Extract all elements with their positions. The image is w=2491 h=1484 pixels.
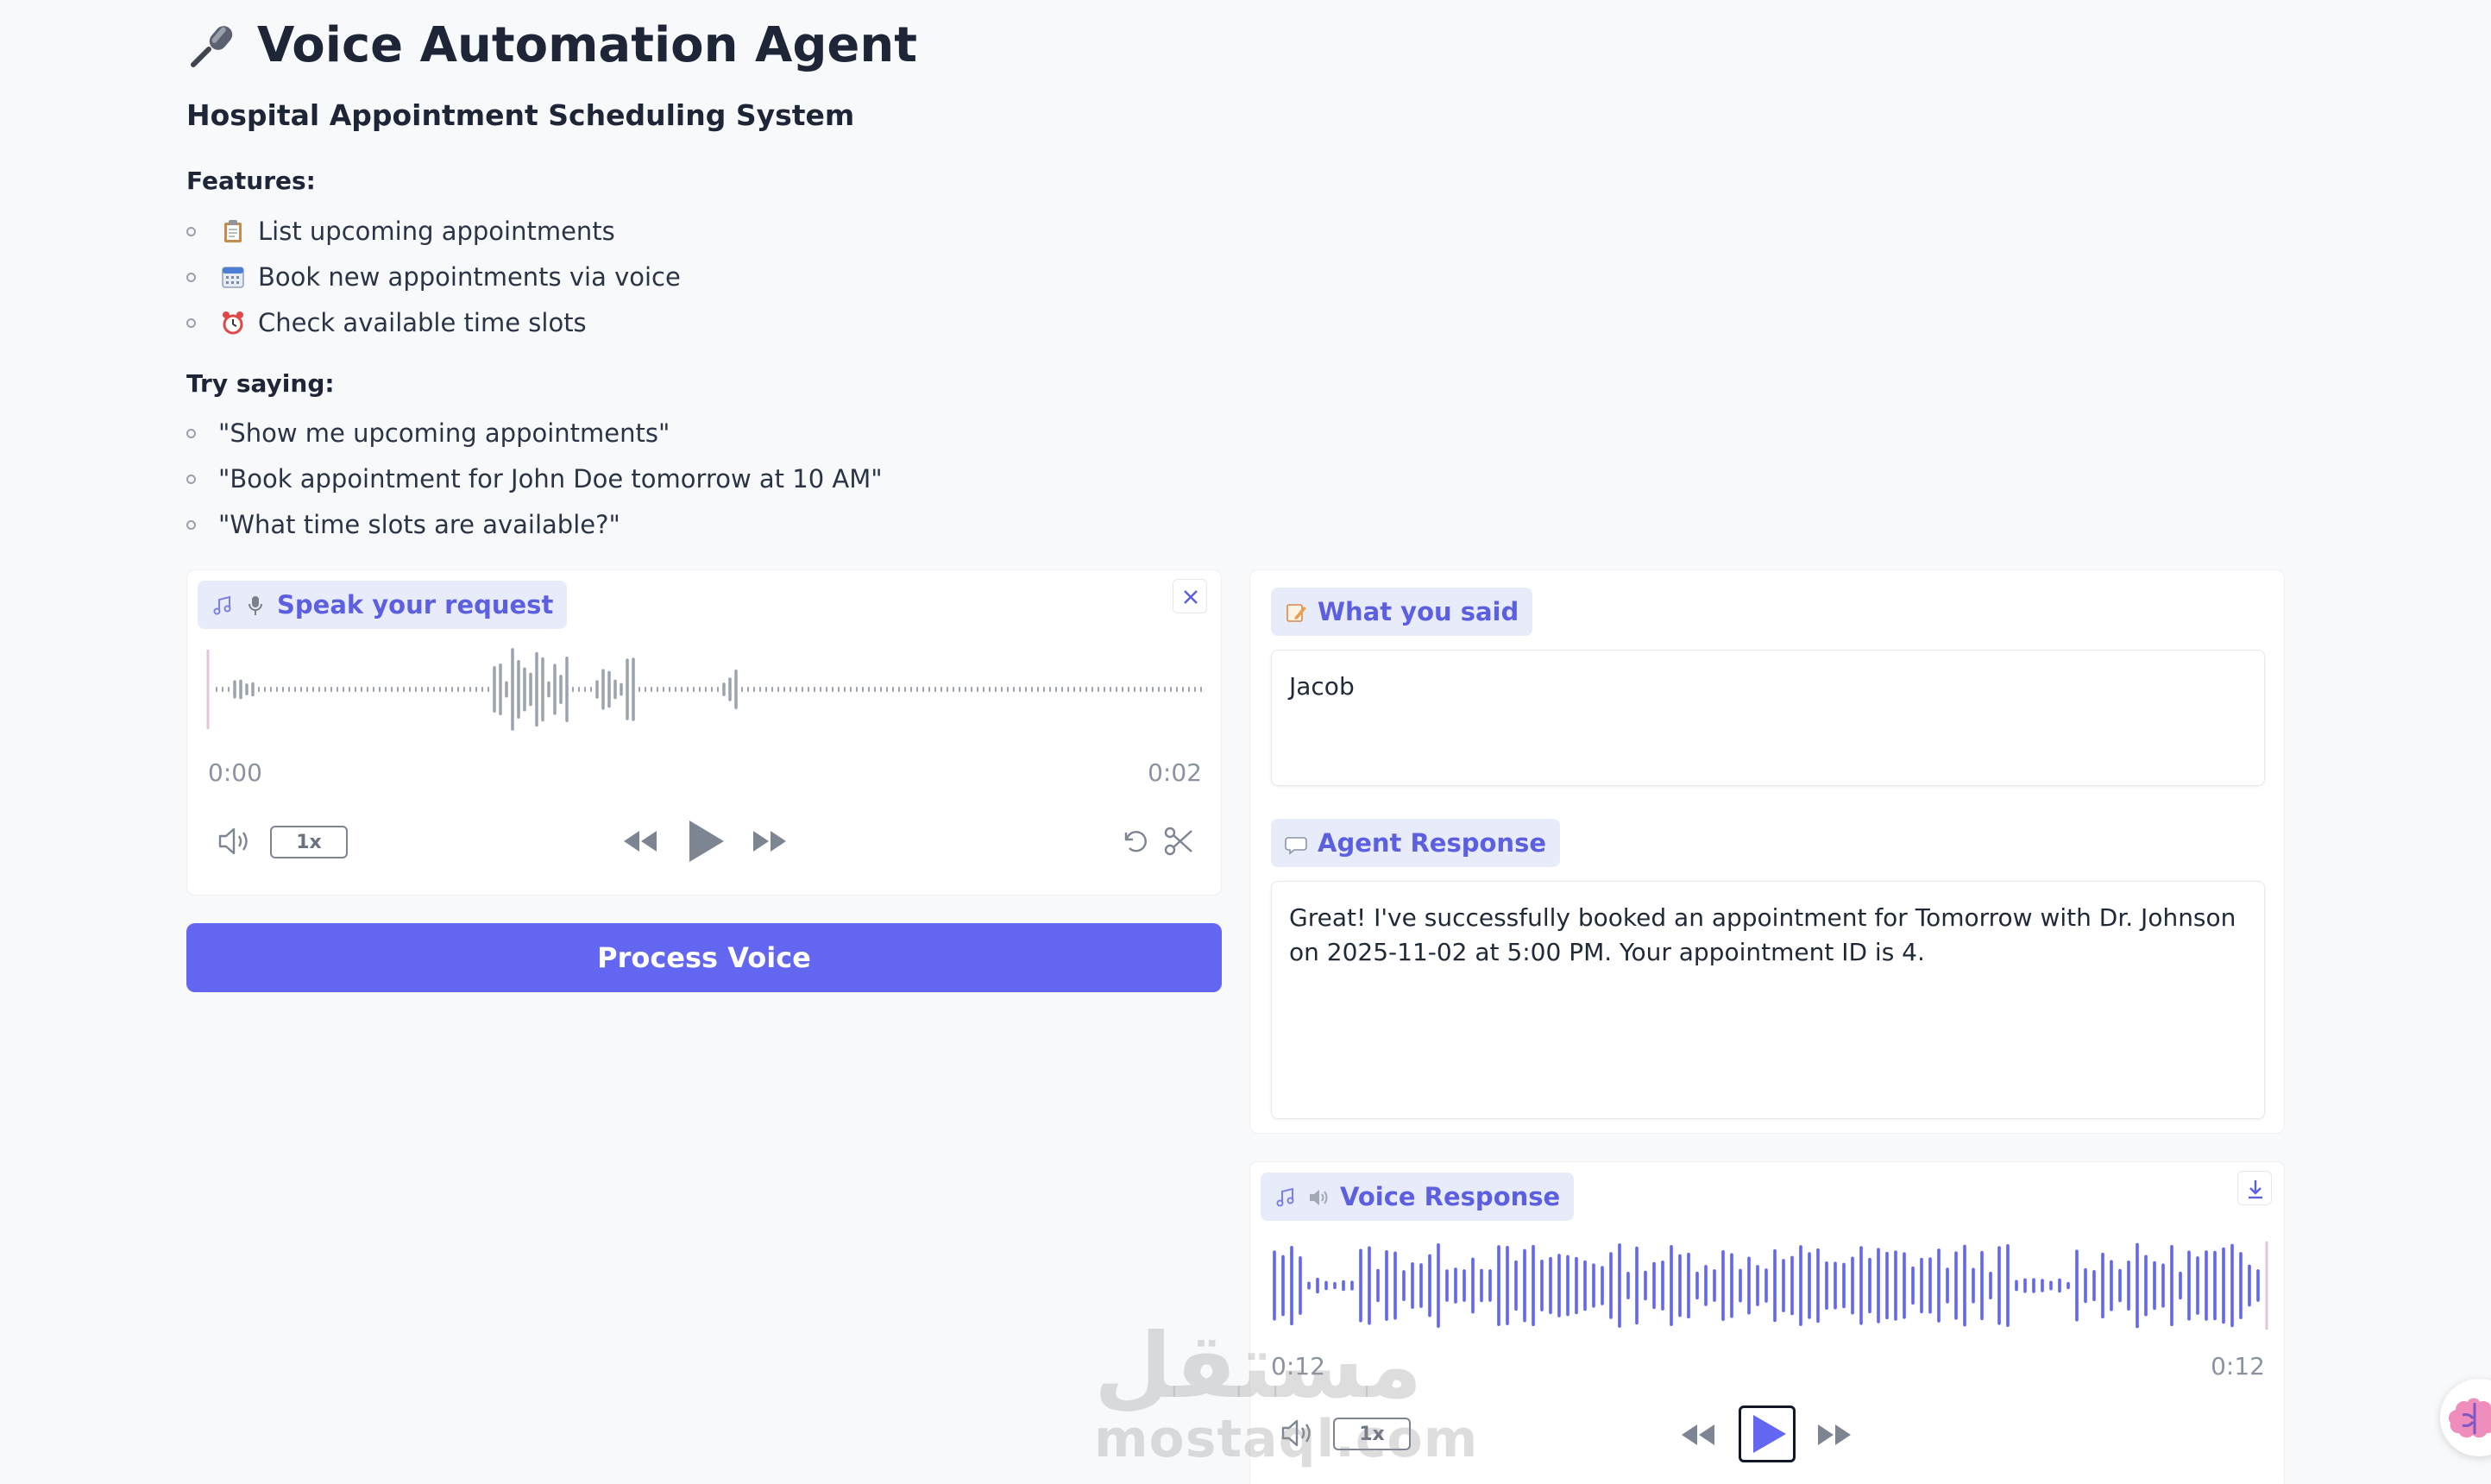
watermark-latin: mostaql.com <box>1094 1409 1479 1469</box>
agent-response-label: Agent Response <box>1271 819 1560 867</box>
title-text: Voice Automation Agent <box>257 16 918 73</box>
calendar-icon <box>220 264 246 290</box>
alarm-clock-icon <box>220 310 246 336</box>
play-button[interactable] <box>1739 1405 1796 1462</box>
rewind-icon <box>624 831 657 852</box>
try-saying-heading: Try saying: <box>186 369 335 398</box>
speech-bubble-icon <box>1285 832 1307 855</box>
agent-response-label-text: Agent Response <box>1318 828 1546 858</box>
bullet-icon <box>186 318 196 328</box>
list-item: List upcoming appointments <box>186 214 615 248</box>
download-button[interactable] <box>2237 1171 2272 1205</box>
feature-text: Book new appointments via voice <box>258 262 681 292</box>
transcript-label: What you said <box>1271 588 1533 636</box>
watermark: مستقل mostaql.com <box>1094 1313 1479 1469</box>
transcript-label-text: What you said <box>1318 597 1519 626</box>
features-heading: Features: <box>186 167 316 195</box>
example-phrase: "Book appointment for John Doe tomorrow … <box>218 464 883 494</box>
speaker-high-volume-icon <box>1307 1185 1330 1208</box>
scissors-icon <box>1164 827 1192 856</box>
skip-forward-button[interactable] <box>748 824 791 858</box>
agent-response-textbox[interactable]: Great! I've successfully booked an appoi… <box>1271 881 2265 1119</box>
memo-icon <box>1285 601 1307 623</box>
bullet-icon <box>186 226 196 236</box>
example-phrase: "What time slots are available?" <box>218 510 620 539</box>
voice-response-label-text: Voice Response <box>1340 1182 1561 1211</box>
bullet-icon <box>186 272 196 282</box>
brain-icon <box>2449 1398 2491 1438</box>
play-button[interactable] <box>681 817 727 865</box>
bullet-icon <box>186 474 196 484</box>
input-time-end: 0:02 <box>1148 758 1202 787</box>
fast-forward-icon <box>1818 1424 1851 1445</box>
feature-text: List upcoming appointments <box>258 217 615 246</box>
page-subtitle: Hospital Appointment Scheduling System <box>186 98 855 132</box>
microphone-icon <box>188 20 238 70</box>
list-item: Book new appointments via voice <box>186 260 681 294</box>
download-icon <box>2249 1180 2262 1199</box>
process-voice-button[interactable]: Process Voice <box>186 923 1222 992</box>
music-note-icon <box>1274 1185 1297 1208</box>
input-waveform[interactable] <box>206 646 1207 733</box>
input-time-start: 0:00 <box>208 758 262 787</box>
play-icon <box>1753 1415 1786 1453</box>
watermark-arabic: مستقل <box>1094 1313 1423 1418</box>
fast-forward-icon <box>753 831 786 852</box>
bullet-icon <box>186 519 196 530</box>
undo-icon <box>1124 831 1147 852</box>
speaker-icon <box>218 827 248 855</box>
skip-forward-button[interactable] <box>1813 1418 1856 1452</box>
reset-button[interactable] <box>1117 824 1152 858</box>
list-item: Check available time slots <box>186 305 587 340</box>
assistant-launcher-button[interactable] <box>2440 1379 2491 1456</box>
rewind-icon <box>1682 1424 1714 1445</box>
voice-time-end: 0:12 <box>2211 1352 2265 1380</box>
voice-response-label: Voice Response <box>1261 1173 1575 1221</box>
input-audio-label: Speak your request <box>198 581 568 629</box>
list-item: "Show me upcoming appointments" <box>186 416 670 450</box>
page-title: Voice Automation Agent <box>188 12 917 78</box>
results-panel: What you said Jacob Agent Response Great… <box>1249 569 2285 1134</box>
music-note-icon <box>211 594 234 616</box>
skip-back-button[interactable] <box>1676 1418 1720 1452</box>
example-phrase: "Show me upcoming appointments" <box>218 418 670 448</box>
bullet-icon <box>186 428 196 438</box>
list-item: "What time slots are available?" <box>186 507 620 542</box>
transcript-textbox[interactable]: Jacob <box>1271 650 2265 786</box>
volume-button[interactable] <box>215 824 253 858</box>
input-audio-label-text: Speak your request <box>277 590 554 619</box>
input-audio-card: Speak your request 0:00 0:02 1x <box>186 569 1222 896</box>
play-icon <box>689 821 724 862</box>
studio-microphone-icon <box>244 594 267 616</box>
trim-button[interactable] <box>1162 824 1197 858</box>
skip-back-button[interactable] <box>619 824 662 858</box>
clipboard-icon <box>220 218 246 244</box>
playback-speed-button[interactable]: 1x <box>270 826 348 858</box>
list-item: "Book appointment for John Doe tomorrow … <box>186 462 883 496</box>
feature-text: Check available time slots <box>258 308 587 337</box>
close-icon <box>1184 590 1198 604</box>
clear-audio-button[interactable] <box>1173 579 1207 613</box>
